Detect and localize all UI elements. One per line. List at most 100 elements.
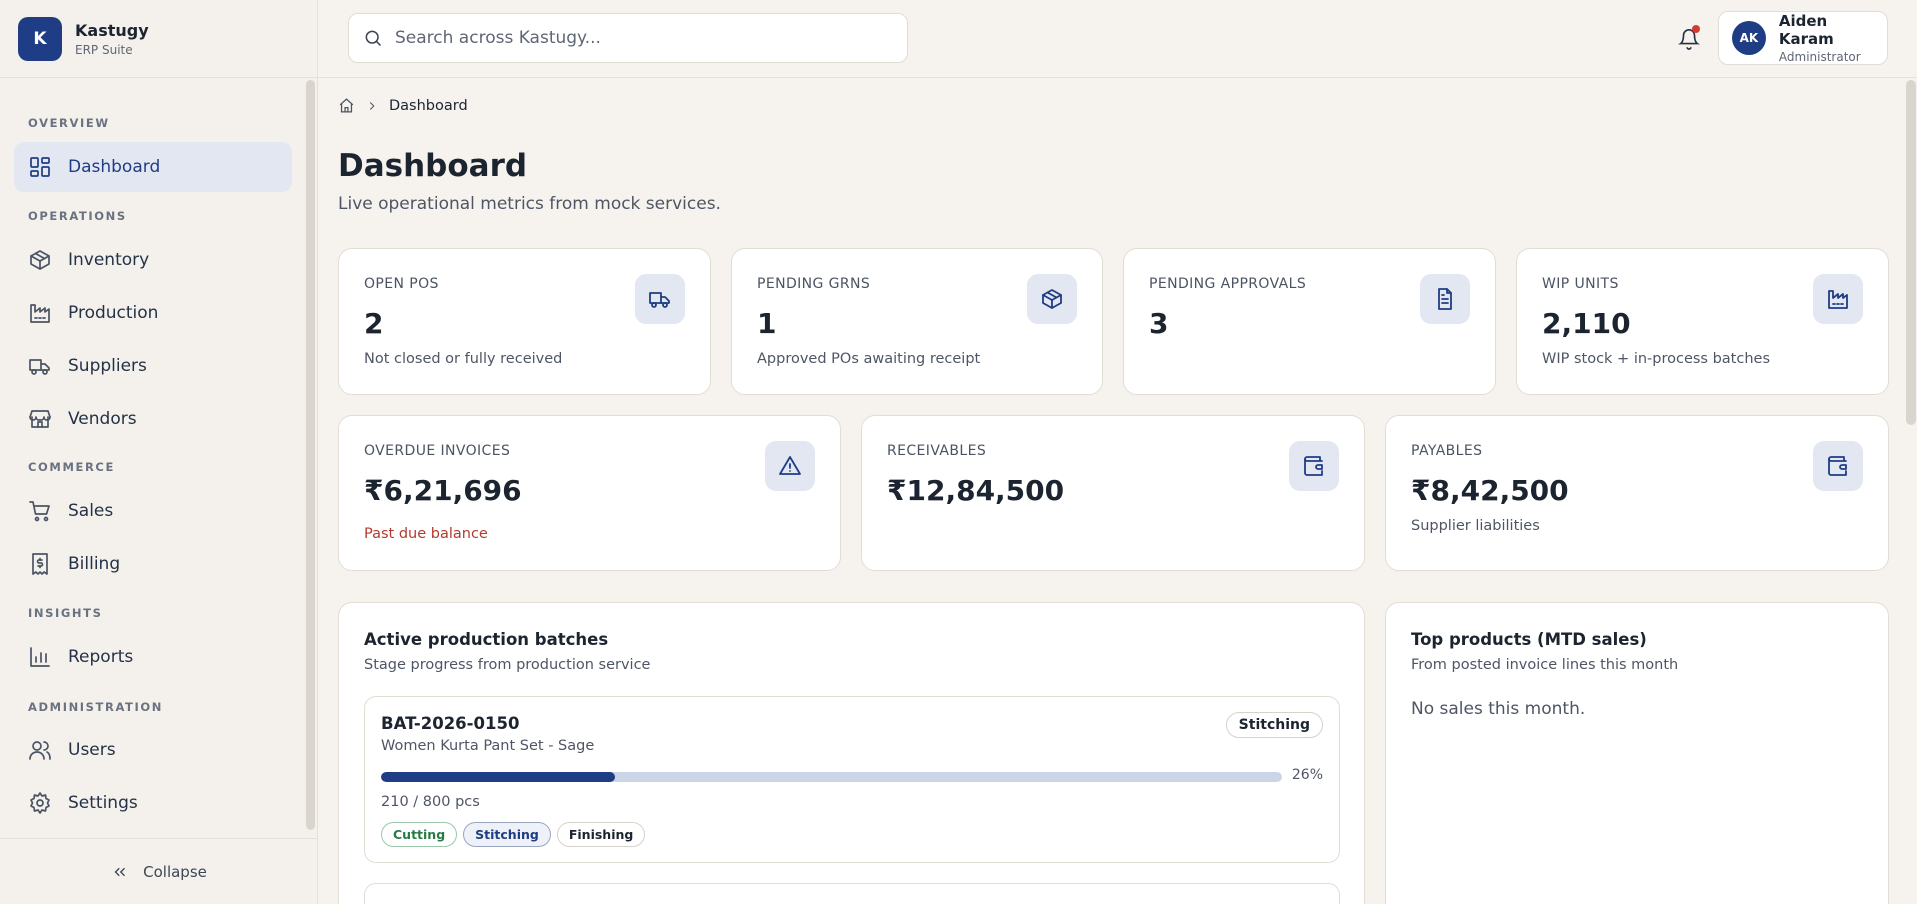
sidebar-item-inventory[interactable]: Inventory [14, 235, 292, 285]
brand-subtitle: ERP Suite [75, 42, 133, 57]
sidebar-item-reports[interactable]: Reports [14, 632, 292, 682]
kpi-card-open-pos[interactable]: OPEN POS 2 Not closed or fully received [338, 248, 711, 395]
batch-product: Women Kurta Pant Set - Sage [381, 738, 595, 754]
sidebar-item-settings[interactable]: Settings [14, 778, 292, 828]
panel-subtitle: Stage progress from production service [364, 657, 651, 673]
sidebar-item-label: Production [68, 303, 159, 323]
user-role: Administrator [1778, 50, 1861, 64]
main-scrollbar[interactable] [1906, 80, 1916, 425]
nav-section-operations: OPERATIONS [28, 209, 127, 223]
wallet-icon [1304, 456, 1323, 476]
topbar: AK Aiden Karam Administrator [318, 0, 1917, 78]
sidebar-item-label: Reports [68, 647, 134, 667]
chevrons-left-icon [114, 867, 126, 876]
nav-section-insights: INSIGHTS [28, 606, 103, 620]
kpi-value: ₹12,84,500 [887, 474, 1065, 507]
sidebar-scrollbar[interactable] [306, 80, 315, 830]
sidebar-item-label: Dashboard [68, 157, 161, 177]
factory-icon [30, 304, 50, 323]
sidebar-item-suppliers[interactable]: Suppliers [14, 341, 292, 391]
stage-chip-finishing: Finishing [556, 822, 646, 847]
kpi-note: Past due balance [364, 526, 488, 542]
kpi-card-wip-units[interactable]: WIP UNITS 2,110 WIP stock + in-process b… [1516, 248, 1889, 395]
breadcrumb: Dashboard [338, 97, 468, 114]
batch-card[interactable]: BAT-2026-0150 Women Kurta Pant Set - Sag… [364, 696, 1340, 863]
brand-name: Kastugy [75, 20, 149, 40]
sidebar-item-sales[interactable]: Sales [14, 486, 292, 536]
sidebar-item-label: Vendors [68, 409, 137, 429]
kpi-card-pending-grns[interactable]: PENDING GRNS 1 Approved POs awaiting rec… [731, 248, 1103, 395]
truck-icon [649, 292, 670, 308]
sidebar-item-production[interactable]: Production [14, 288, 292, 338]
progress-fill [381, 772, 616, 782]
kpi-value: ₹6,21,696 [364, 474, 522, 507]
kpi-label: WIP UNITS [1542, 276, 1619, 292]
nav-section-overview: OVERVIEW [28, 116, 110, 130]
progress-bar [381, 772, 1282, 782]
search-icon [365, 30, 382, 47]
nav-section-administration: ADMINISTRATION [28, 700, 163, 714]
sidebar-item-label: Settings [68, 793, 138, 813]
bar-chart-icon [30, 647, 50, 667]
sidebar: K Kastugy ERP Suite OVERVIEW Dashboard O… [0, 0, 318, 904]
collapse-button[interactable]: Collapse [0, 838, 318, 904]
kpi-note: Approved POs awaiting receipt [757, 351, 981, 367]
breadcrumb-current: Dashboard [389, 97, 468, 114]
batch-card[interactable] [364, 883, 1340, 904]
page-subtitle: Live operational metrics from mock servi… [338, 194, 721, 214]
user-menu[interactable]: AK Aiden Karam Administrator [1718, 11, 1888, 65]
users-icon [29, 741, 51, 760]
kpi-value: 3 [1149, 307, 1169, 340]
cart-icon [29, 501, 50, 522]
kpi-note: Supplier liabilities [1411, 518, 1540, 534]
sidebar-item-label: Suppliers [68, 356, 147, 376]
kpi-card-pending-approvals[interactable]: PENDING APPROVALS 3 [1123, 248, 1496, 395]
sidebar-item-vendors[interactable]: Vendors [14, 394, 292, 444]
truck-icon [29, 359, 50, 375]
stage-chip-stitching: Stitching [463, 822, 551, 847]
wallet-icon [1828, 456, 1847, 476]
store-icon [29, 410, 51, 428]
warning-icon [779, 456, 801, 475]
search-box[interactable] [348, 13, 908, 63]
panel-subtitle: From posted invoice lines this month [1411, 657, 1679, 673]
search-input[interactable] [395, 28, 875, 48]
sidebar-item-users[interactable]: Users [14, 725, 292, 775]
sidebar-item-label: Sales [68, 501, 114, 521]
kpi-value: 2,110 [1542, 307, 1631, 340]
kpi-label: PENDING GRNS [757, 276, 871, 292]
page-title: Dashboard [338, 148, 528, 184]
nav-section-commerce: COMMERCE [28, 460, 115, 474]
kpi-label: OPEN POS [364, 276, 439, 292]
kpi-value: 1 [757, 307, 777, 340]
notifications-button[interactable] [1672, 22, 1706, 56]
box-icon [1042, 289, 1062, 309]
sidebar-item-label: Inventory [68, 250, 150, 270]
stage-chips: Cutting Stitching Finishing [381, 822, 651, 847]
stage-chip-cutting: Cutting [381, 822, 458, 847]
empty-state: No sales this month. [1411, 699, 1586, 719]
dashboard-icon [30, 157, 50, 177]
user-name: Aiden Karam [1778, 12, 1834, 48]
receipt-icon [32, 553, 48, 575]
kpi-label: OVERDUE INVOICES [364, 443, 511, 459]
panel-title: Top products (MTD sales) [1411, 630, 1647, 649]
kpi-note: WIP stock + in-process batches [1542, 351, 1771, 367]
collapse-label: Collapse [143, 862, 207, 881]
panel-title: Active production batches [364, 630, 609, 649]
kpi-value: ₹8,42,500 [1411, 474, 1569, 507]
sidebar-item-label: Users [68, 740, 116, 760]
factory-icon [1828, 290, 1848, 309]
sidebar-item-label: Billing [68, 554, 121, 574]
home-icon[interactable] [338, 97, 355, 114]
kpi-card-overdue-invoices[interactable]: OVERDUE INVOICES ₹6,21,696 Past due bala… [338, 415, 841, 571]
box-icon [30, 250, 50, 270]
kpi-card-receivables[interactable]: RECEIVABLES ₹12,84,500 [861, 415, 1365, 571]
sidebar-item-billing[interactable]: Billing [14, 539, 292, 589]
kpi-label: RECEIVABLES [887, 443, 987, 459]
batch-quantity: 210 / 800 pcs [381, 794, 480, 810]
progress-percent: 26% [1291, 767, 1323, 783]
brand: K Kastugy ERP Suite [0, 0, 317, 78]
sidebar-item-dashboard[interactable]: Dashboard [14, 142, 292, 192]
kpi-card-payables[interactable]: PAYABLES ₹8,42,500 Supplier liabilities [1385, 415, 1889, 571]
